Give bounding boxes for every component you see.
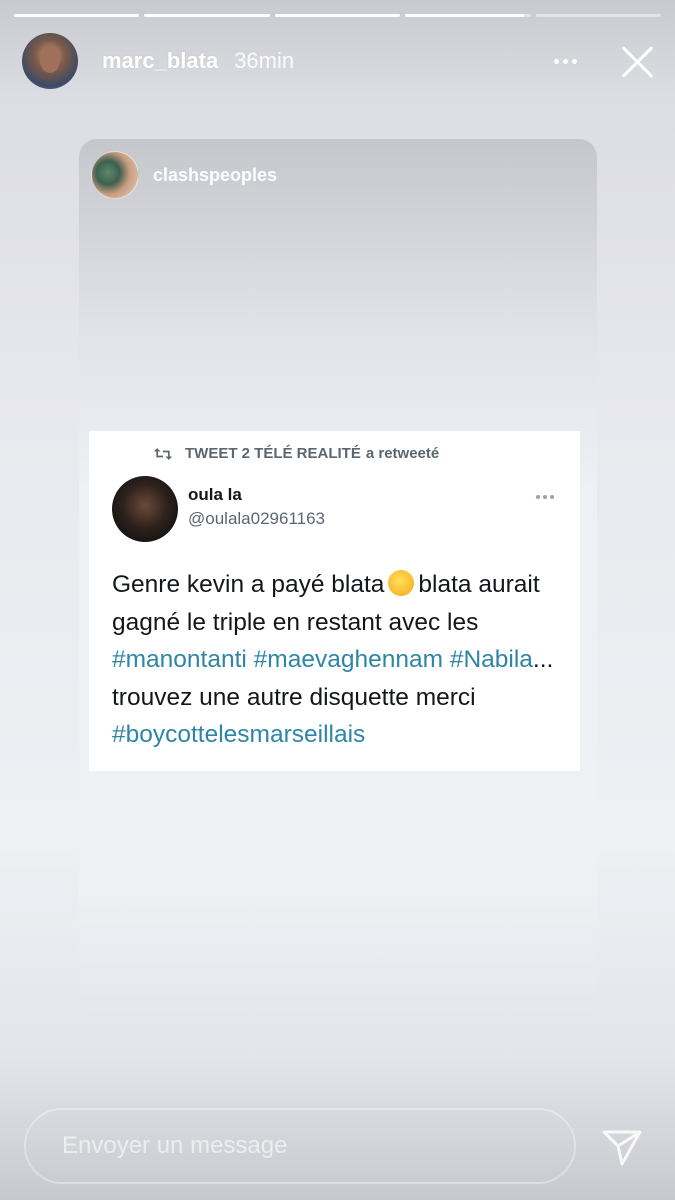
retweet-line: TWEET 2 TÉLÉ REALITÉ a retweeté: [153, 445, 439, 462]
tweet-text: Genre kevin a payé blata blata aurait gag…: [112, 566, 560, 754]
hashtag: #maevaghennam: [253, 646, 443, 673]
close-icon[interactable]: [617, 41, 657, 81]
tweet-text-part: Genre kevin a payé blata: [112, 571, 385, 598]
story-header: marc_blata 36min: [22, 32, 657, 90]
shared-post-avatar[interactable]: [91, 151, 139, 199]
progress-segment: [405, 14, 531, 17]
retweet-icon: [153, 447, 173, 460]
hashtag: #manontanti: [112, 646, 247, 673]
message-input[interactable]: [60, 1131, 574, 1161]
rofl-emoji-icon: [388, 570, 415, 596]
progress-segment: [274, 14, 401, 17]
story-viewer[interactable]: marc_blata 36min clashspeoples TWEET 2 T…: [0, 0, 675, 1200]
message-bar[interactable]: [24, 1108, 576, 1184]
tweet-more-icon: [536, 495, 554, 499]
hashtag: #Nabila: [449, 646, 533, 673]
shared-post-username[interactable]: clashspeoples: [153, 165, 277, 186]
story-username[interactable]: marc_blata: [102, 48, 218, 74]
tweet-screenshot: TWEET 2 TÉLÉ REALITÉ a retweeté oula la …: [89, 431, 580, 771]
more-horizontal-icon[interactable]: [554, 58, 577, 64]
avatar[interactable]: [22, 33, 78, 89]
tweet-author-name: oula la: [188, 485, 242, 504]
send-icon[interactable]: [600, 1124, 644, 1168]
retweet-account: TWEET 2 TÉLÉ REALITÉ: [185, 445, 361, 462]
tweet-author-handle: @oulala02961163: [188, 509, 326, 528]
tweet-author: oula la @oulala02961163: [112, 476, 325, 542]
progress-segment: [535, 14, 662, 17]
retweet-suffix: a retweeté: [365, 445, 440, 462]
story-progress: [14, 14, 662, 18]
tweet-author-avatar: [112, 476, 178, 542]
story-timestamp: 36min: [234, 48, 295, 73]
hashtag: #boycottelesmarseillais: [112, 721, 366, 748]
progress-segment: [14, 14, 140, 17]
shared-post-header[interactable]: clashspeoples: [91, 151, 277, 199]
progress-segment: [144, 14, 270, 17]
